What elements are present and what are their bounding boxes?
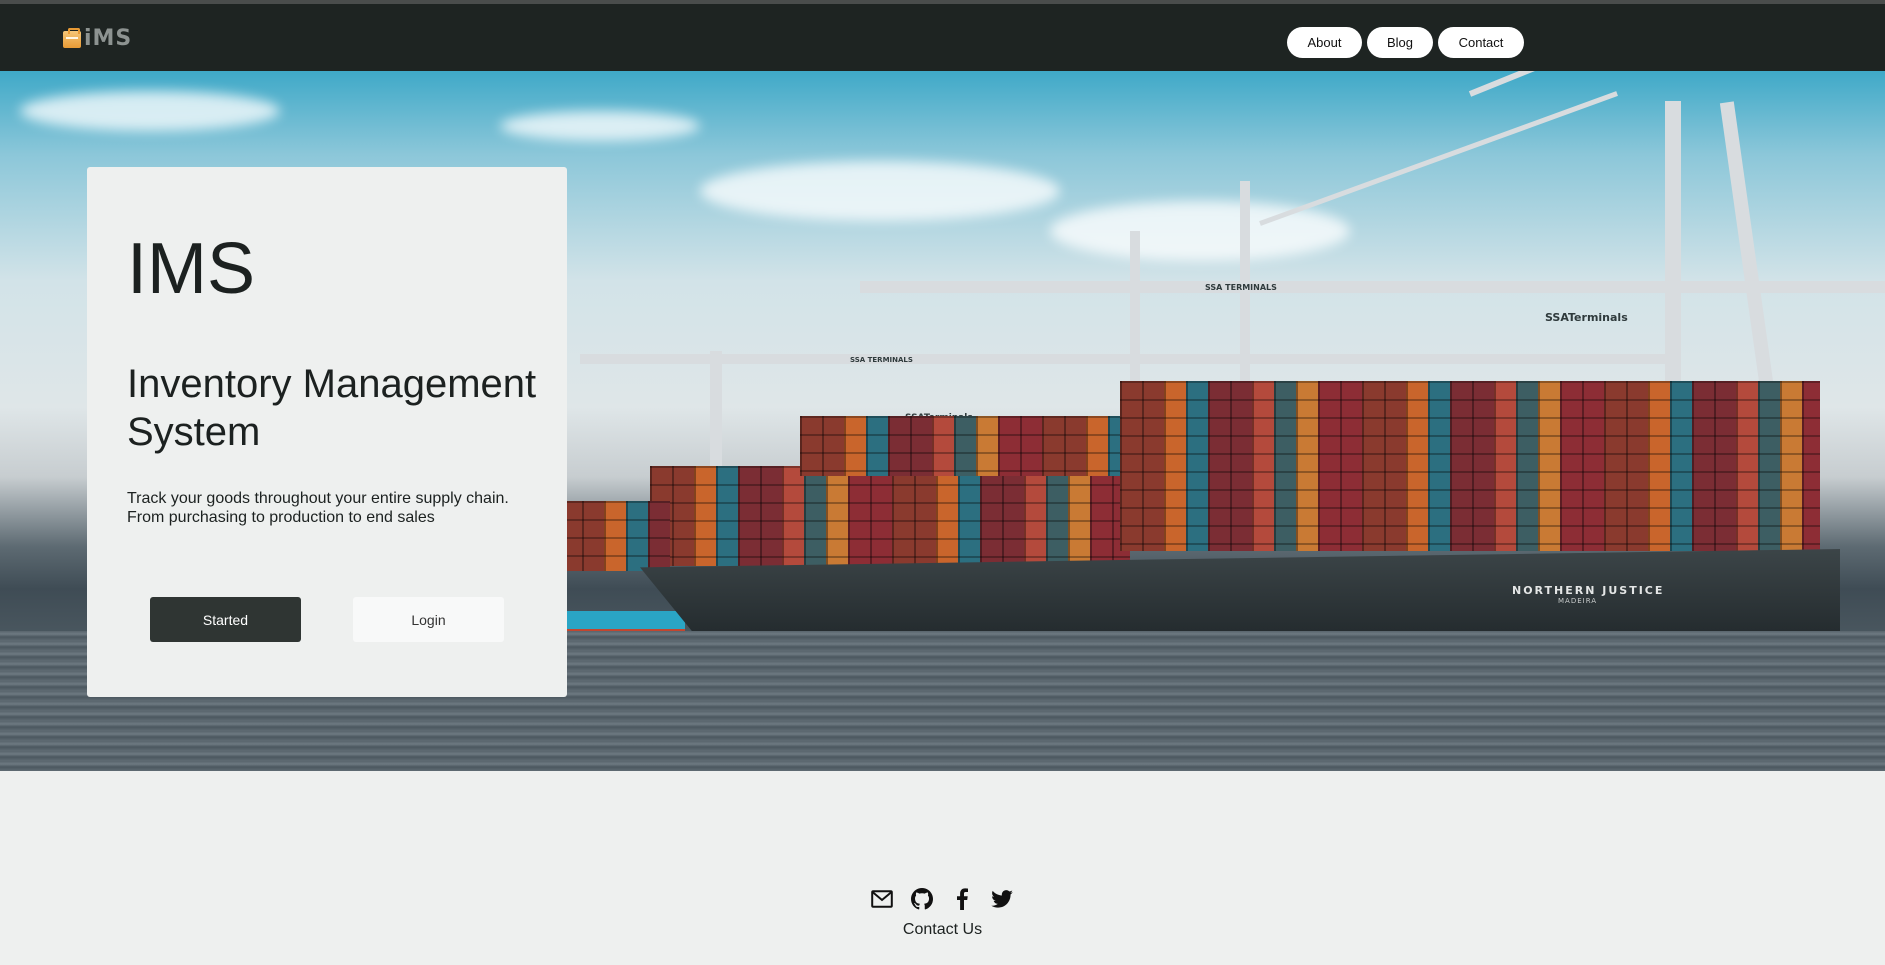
ship-name: NORTHERN JUSTICE — [1512, 584, 1665, 597]
hero-description-line2: From purchasing to production to end sal… — [127, 509, 435, 526]
cloud — [1050, 201, 1350, 261]
crane-cable — [1468, 71, 1805, 97]
contact-us-link[interactable]: Contact Us — [0, 921, 1885, 939]
footer: Contact Us — [0, 777, 1885, 965]
cloud — [20, 91, 280, 131]
nav-links: About Blog Contact — [1287, 27, 1524, 58]
cloud — [700, 161, 1060, 221]
container-stack — [1120, 381, 1820, 551]
crane-sign: SSA TERMINALS — [1205, 283, 1277, 292]
social-links — [870, 887, 1014, 911]
nav-about-button[interactable]: About — [1287, 27, 1362, 58]
hero-subtitle: Inventory Management System — [127, 362, 537, 454]
hero-description-line1: Track your goods throughout your entire … — [127, 490, 509, 507]
ship-port: MADEIRA — [1558, 597, 1598, 605]
container-stack — [800, 416, 1130, 476]
hero-title: IMS — [127, 229, 256, 309]
crane-sign: SSATerminals — [1545, 311, 1628, 324]
brand-logo[interactable]: iMS — [63, 26, 133, 51]
hero-description: Track your goods throughout your entire … — [127, 489, 537, 527]
twitter-icon[interactable] — [990, 887, 1014, 911]
nav-contact-button[interactable]: Contact — [1438, 27, 1524, 58]
container-stack — [650, 466, 1130, 566]
briefcase-icon — [63, 27, 81, 48]
crane-cable — [1259, 91, 1618, 226]
crane-leg — [1240, 181, 1250, 411]
crane-boom — [860, 281, 1885, 293]
cloud — [500, 111, 700, 141]
mail-icon[interactable] — [870, 887, 894, 911]
brand-logo-text: iMS — [84, 26, 133, 51]
crane-leg — [1665, 101, 1681, 401]
top-navbar: iMS About Blog Contact — [0, 4, 1885, 71]
nav-blog-button[interactable]: Blog — [1367, 27, 1433, 58]
hero-card: IMS Inventory Management System Track yo… — [87, 167, 567, 697]
login-button[interactable]: Login — [353, 597, 504, 642]
crane-leg — [1719, 101, 1775, 391]
crane-sign: SSA TERMINALS — [850, 356, 913, 364]
facebook-icon[interactable] — [950, 887, 974, 911]
started-button[interactable]: Started — [150, 597, 301, 642]
container-stack — [560, 501, 670, 571]
github-icon[interactable] — [910, 887, 934, 911]
